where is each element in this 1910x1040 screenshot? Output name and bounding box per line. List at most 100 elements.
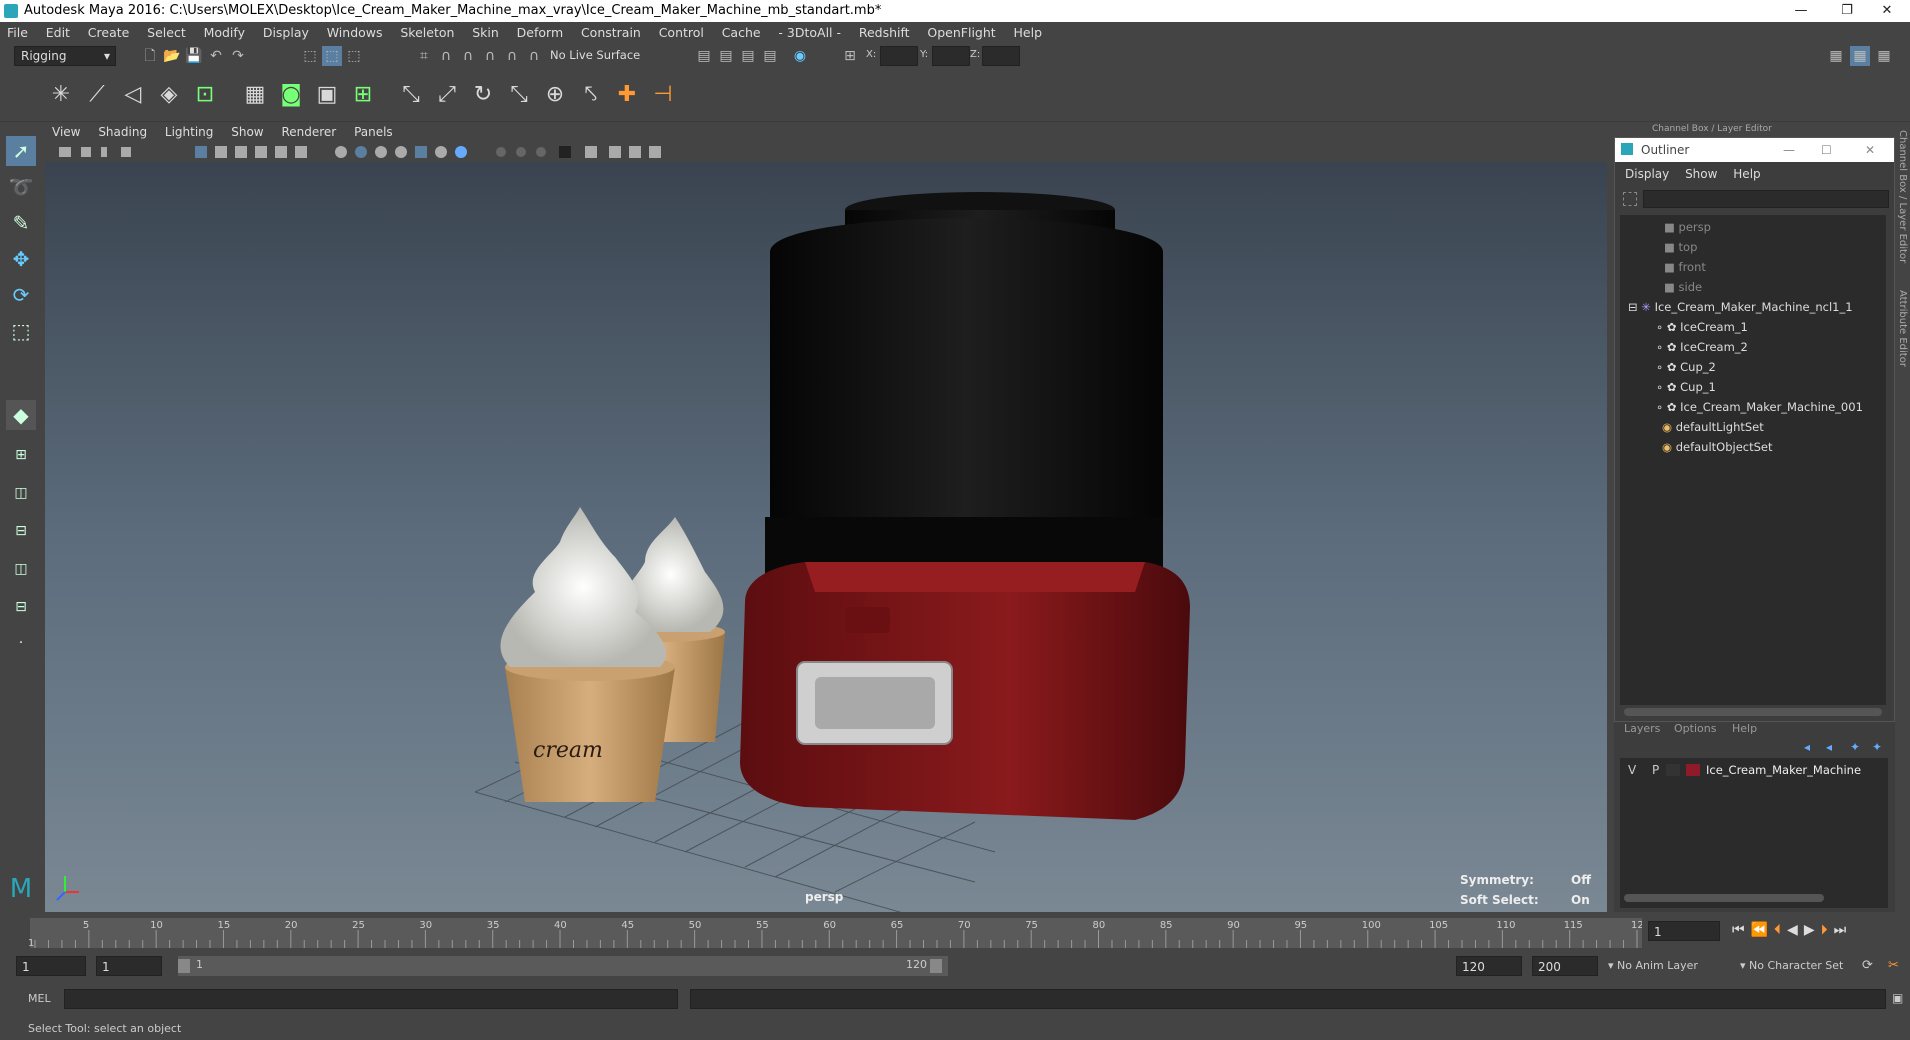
blendshape-icon[interactable]: ⊞ bbox=[348, 80, 378, 110]
play-back-icon[interactable]: ◀ bbox=[1787, 922, 1804, 938]
safe-action-icon[interactable] bbox=[295, 146, 307, 158]
layer-color-swatch[interactable] bbox=[1686, 764, 1700, 776]
save-scene-icon[interactable]: 💾 bbox=[184, 46, 204, 66]
rig-tool-icon[interactable]: ⊣ bbox=[648, 80, 678, 110]
channel-box-toggle-icon[interactable]: ▦ bbox=[1850, 46, 1870, 66]
lights-icon[interactable] bbox=[395, 146, 407, 158]
menu-file[interactable]: File bbox=[0, 22, 35, 44]
render-frame-icon[interactable]: ▤ bbox=[716, 46, 736, 66]
menu-help[interactable]: Help bbox=[1007, 22, 1050, 44]
outliner-h-scrollbar[interactable] bbox=[1624, 708, 1882, 716]
playback-end-field[interactable]: 120 bbox=[1456, 956, 1522, 976]
scale-constraint-icon[interactable]: ⤡ bbox=[504, 80, 534, 110]
four-view-icon[interactable]: ⊞ bbox=[6, 440, 36, 470]
lasso-tool-icon[interactable]: ➰ bbox=[6, 172, 36, 202]
outliner-close-button[interactable]: ✕ bbox=[1865, 138, 1875, 162]
shadows-icon[interactable] bbox=[435, 146, 447, 158]
smooth-shade-icon[interactable] bbox=[355, 146, 367, 158]
image-plane-icon[interactable] bbox=[121, 147, 131, 157]
hypershade-persp-icon[interactable]: ⊟ bbox=[6, 592, 36, 622]
ik-handle-icon[interactable]: ◁ bbox=[118, 80, 148, 110]
mode-dropdown[interactable]: Rigging ▾ bbox=[14, 46, 116, 66]
render-icon[interactable]: ▤ bbox=[694, 46, 714, 66]
locator-icon[interactable]: ✚ bbox=[612, 80, 642, 110]
field-chart-icon[interactable] bbox=[275, 146, 287, 158]
vp-menu-show[interactable]: Show bbox=[224, 122, 270, 142]
machine-base-model[interactable] bbox=[740, 562, 1190, 820]
layer-move-up-icon[interactable]: ◂ bbox=[1804, 740, 1810, 754]
y-field[interactable] bbox=[932, 46, 970, 66]
menu-edit[interactable]: Edit bbox=[39, 22, 77, 44]
menu-select[interactable]: Select bbox=[140, 22, 193, 44]
point-constraint-icon[interactable]: ⤡ bbox=[396, 80, 426, 110]
viewport-toolbar-icons[interactable] bbox=[45, 142, 745, 162]
step-forward-icon[interactable]: ⏵ bbox=[1821, 922, 1834, 938]
step-back-icon[interactable]: ⏴ bbox=[1774, 922, 1787, 938]
outliner-persp-icon[interactable]: ⊟ bbox=[6, 516, 36, 546]
layer-visibility-toggle[interactable]: V bbox=[1628, 760, 1636, 780]
playback-start-field[interactable]: 1 bbox=[96, 956, 162, 976]
modeling-toolkit-icon[interactable]: ▦ bbox=[1826, 46, 1846, 66]
resolution-gate-icon[interactable] bbox=[235, 146, 247, 158]
isolate-select-icon[interactable] bbox=[559, 146, 571, 158]
layers-menu-options[interactable]: Options bbox=[1674, 722, 1716, 735]
ambient-occlusion-icon[interactable] bbox=[455, 146, 467, 158]
outliner-item-front[interactable]: ■ front bbox=[1664, 257, 1706, 277]
open-scene-icon[interactable]: 📂 bbox=[162, 46, 182, 66]
outliner-maximize-button[interactable]: ☐ bbox=[1821, 138, 1832, 162]
wrap-icon[interactable]: ▣ bbox=[312, 80, 342, 110]
collapse-toolbox-icon[interactable]: · bbox=[6, 628, 36, 658]
anim-end-field[interactable]: 200 bbox=[1532, 956, 1598, 976]
snap-grid-icon[interactable]: ⌗ bbox=[414, 46, 434, 66]
outliner-menu-help[interactable]: Help bbox=[1733, 167, 1760, 181]
pole-vector-icon[interactable]: ⤣ bbox=[576, 80, 606, 110]
attribute-editor-toggle-icon[interactable]: ▦ bbox=[1874, 46, 1894, 66]
layer-move-down-icon[interactable]: ◂ bbox=[1826, 740, 1832, 754]
viewport-persp[interactable]: cream persp Symmetry: Off Soft Select: O… bbox=[45, 162, 1607, 912]
select-object-icon[interactable]: ⬚ bbox=[322, 46, 342, 66]
step-back-key-icon[interactable]: ⏪ bbox=[1751, 922, 1774, 938]
outliner-item-default-light-set[interactable]: ◉ defaultLightSet bbox=[1662, 417, 1764, 437]
go-to-end-icon[interactable]: ⏭ bbox=[1834, 922, 1853, 938]
minimize-button[interactable]: — bbox=[1778, 0, 1824, 22]
layer-h-scrollbar[interactable] bbox=[1624, 894, 1824, 902]
anim-prefs-icon[interactable]: ✂ bbox=[1888, 958, 1899, 973]
outliner-item-cup-1[interactable]: ∘ ✿ Cup_1 bbox=[1656, 377, 1716, 397]
layer-name[interactable]: Ice_Cream_Maker_Machine bbox=[1706, 760, 1861, 780]
mel-input[interactable] bbox=[64, 989, 678, 1009]
menu-cache[interactable]: Cache bbox=[715, 22, 768, 44]
menu-openflight[interactable]: OpenFlight bbox=[920, 22, 1002, 44]
menu-display[interactable]: Display bbox=[256, 22, 316, 44]
menu-3dtoall[interactable]: - 3DtoAll - bbox=[771, 22, 848, 44]
orient-constraint-icon[interactable]: ↻ bbox=[468, 80, 498, 110]
machine-lid-model[interactable] bbox=[765, 192, 1163, 582]
xray-icon[interactable] bbox=[415, 146, 427, 158]
bookmark-icon[interactable] bbox=[101, 147, 107, 157]
layout-icon[interactable] bbox=[609, 146, 621, 158]
layers-menu-help[interactable]: Help bbox=[1732, 722, 1757, 735]
outliner-item-top[interactable]: ■ top bbox=[1664, 237, 1697, 257]
grid-toggle-icon[interactable] bbox=[195, 146, 207, 158]
outliner-search-input[interactable] bbox=[1643, 190, 1889, 208]
film-gate-icon[interactable] bbox=[215, 146, 227, 158]
outliner-item-side[interactable]: ■ side bbox=[1664, 277, 1702, 297]
outliner-item-cup-2[interactable]: ∘ ✿ Cup_2 bbox=[1656, 357, 1716, 377]
script-editor-icon[interactable]: ▣ bbox=[1892, 991, 1903, 1005]
depth-of-field-icon[interactable] bbox=[536, 147, 546, 157]
lattice-icon[interactable]: ▦ bbox=[240, 80, 270, 110]
vp-menu-lighting[interactable]: Lighting bbox=[158, 122, 221, 142]
ik-spline-icon[interactable]: ◈ bbox=[154, 80, 184, 110]
two-view-icon[interactable]: ◫ bbox=[6, 478, 36, 508]
outliner-menu-show[interactable]: Show bbox=[1685, 167, 1717, 181]
menu-deform[interactable]: Deform bbox=[510, 22, 570, 44]
anim-layer-dropdown[interactable]: ▾ No Anim Layer bbox=[1608, 956, 1738, 976]
textured-icon[interactable] bbox=[375, 146, 387, 158]
mel-label[interactable]: MEL bbox=[28, 992, 51, 1005]
snap-curve-icon[interactable]: ∩ bbox=[436, 46, 456, 66]
menu-skeleton[interactable]: Skeleton bbox=[393, 22, 461, 44]
play-forward-icon[interactable]: ▶ bbox=[1804, 922, 1821, 938]
vp-menu-shading[interactable]: Shading bbox=[91, 122, 154, 142]
single-view-icon[interactable]: ◆ bbox=[6, 400, 36, 430]
camera-icon[interactable] bbox=[59, 147, 71, 157]
create-joints-icon[interactable]: ✳ bbox=[46, 80, 76, 110]
